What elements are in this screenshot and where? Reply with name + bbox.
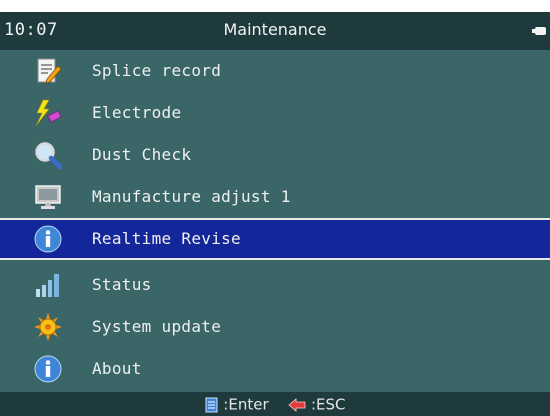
device-screen: 10:07 Maintenance Splice record Electrod… bbox=[0, 0, 550, 416]
menu-item-label: Electrode bbox=[92, 103, 182, 122]
info-icon bbox=[34, 355, 62, 383]
menu-item-label: Manufacture adjust 1 bbox=[92, 187, 291, 206]
menu-item-dust-check[interactable]: Dust Check bbox=[0, 134, 550, 176]
menu-item-label: Realtime Revise bbox=[92, 229, 241, 248]
gear-sun-icon bbox=[34, 313, 62, 341]
menu-item-about[interactable]: About bbox=[0, 348, 550, 390]
menu-item-label: Dust Check bbox=[92, 145, 192, 164]
menu-item-realtime-revise[interactable]: Realtime Revise bbox=[0, 218, 550, 260]
back-arrow-icon bbox=[288, 396, 311, 414]
menu-item-splice-record[interactable]: Splice record bbox=[0, 50, 550, 92]
page-title: Maintenance bbox=[223, 20, 327, 39]
status-bar: 10:07 Maintenance bbox=[0, 12, 550, 50]
key-hints: :Enter :ESC bbox=[0, 395, 550, 414]
menu-item-system-update[interactable]: System update bbox=[0, 306, 550, 348]
key-hint-bar: :Enter :ESC bbox=[0, 392, 550, 416]
menu-item-label: Status bbox=[92, 275, 152, 294]
lightning-electrode-icon bbox=[34, 99, 62, 127]
enter-key-icon bbox=[205, 396, 224, 414]
magnifier-icon bbox=[34, 141, 63, 170]
enter-hint-label: Enter bbox=[228, 395, 269, 414]
menu-item-status[interactable]: Status bbox=[0, 264, 550, 306]
menu-item-label: Splice record bbox=[92, 61, 222, 80]
menu-item-electrode[interactable]: Electrode bbox=[0, 92, 550, 134]
maintenance-menu: Splice record Electrode Dust Check Manuf… bbox=[0, 50, 550, 392]
menu-item-label: System update bbox=[92, 317, 222, 336]
monitor-icon bbox=[34, 183, 62, 211]
notepad-pencil-icon bbox=[34, 57, 62, 85]
esc-hint-label: ESC bbox=[316, 395, 346, 414]
menu-item-label: About bbox=[92, 359, 142, 378]
signal-bars-icon bbox=[34, 271, 62, 299]
menu-item-manufacture-adjust[interactable]: Manufacture adjust 1 bbox=[0, 176, 550, 218]
info-icon bbox=[34, 225, 62, 253]
battery-icon bbox=[532, 26, 546, 36]
